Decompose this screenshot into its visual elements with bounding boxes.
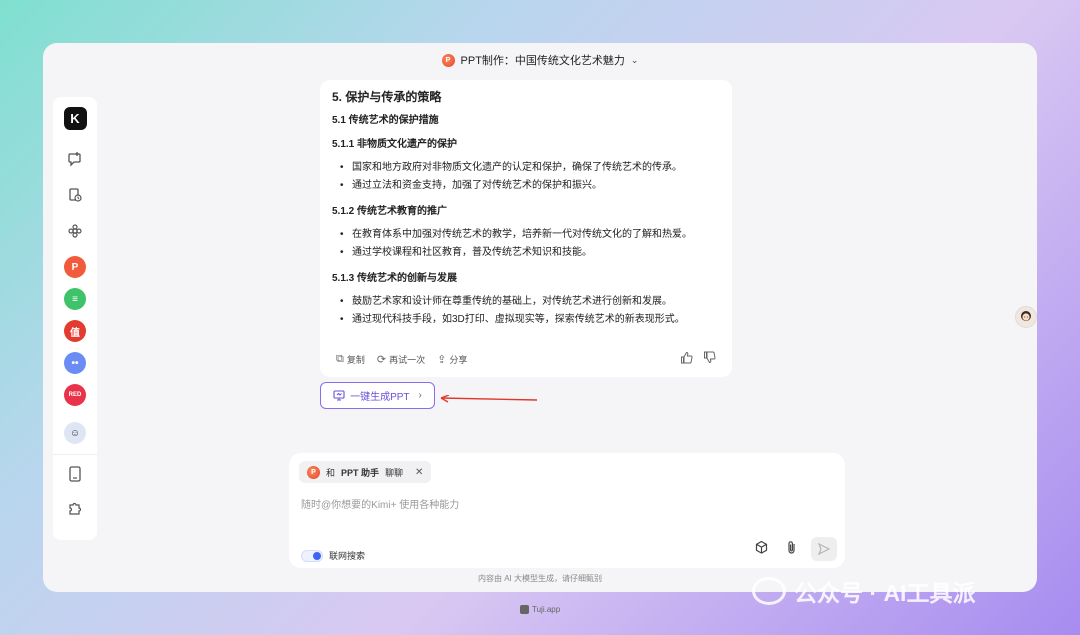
bullet-list: 国家和地方政府对非物质文化遗产的认定和保护，确保了传统艺术的传承。 通过立法和资… (332, 159, 720, 195)
annotation-arrow-icon (440, 395, 538, 403)
tablet-icon[interactable] (64, 463, 86, 485)
presentation-icon (333, 390, 345, 401)
list-item: 在教育体系中加强对传统艺术的教学，培养新一代对传统文化的了解和热爱。 (332, 226, 720, 244)
chat-plus-icon[interactable] (64, 148, 86, 170)
list-item: 鼓励艺术家和设计师在尊重传统的基础上，对传统艺术进行创新和发展。 (332, 293, 720, 311)
share-icon: ⇪ (437, 353, 447, 366)
composer-tools (751, 537, 837, 561)
user-avatar[interactable] (1015, 306, 1037, 328)
chevron-down-icon[interactable]: ⌄ (631, 55, 639, 66)
flower-icon[interactable] (64, 220, 86, 242)
ppt-app-icon: P (441, 53, 455, 67)
avatar-icon[interactable]: ☺ (64, 422, 86, 444)
generate-ppt-label: 一键生成PPT (350, 392, 410, 403)
bot-icon[interactable]: •• (64, 352, 86, 374)
red-icon[interactable]: RED (64, 384, 86, 406)
list-item: 通过学校课程和社区教育，普及传统艺术知识和技能。 (332, 244, 720, 262)
share-button[interactable]: ⇪ 分享 (437, 353, 467, 366)
bullet-list: 在教育体系中加强对传统艺术的教学，培养新一代对传统文化的了解和热爱。 通过学校课… (332, 226, 720, 262)
chat-composer: P 和 PPT 助手 聊聊 ✕ 随时@你想要的Kimi+ 使用各种能力 联网搜索 (289, 453, 845, 568)
section-title: 5.1.2 传统艺术教育的推广 (332, 206, 448, 217)
copy-button[interactable]: ⧉ 复制 (336, 353, 365, 366)
generate-ppt-button[interactable]: 一键生成PPT › (320, 382, 435, 409)
copy-icon: ⧉ (336, 352, 344, 365)
section-title: 5.1.3 传统艺术的创新与发展 (332, 273, 458, 284)
heading-h1: 5. 保护与传承的策略 (332, 90, 442, 104)
refresh-icon: ⟳ (376, 353, 387, 366)
ppt-icon: P (307, 465, 320, 479)
assistant-name: PPT 助手 (341, 467, 380, 478)
footer-brand: Tuji.app (520, 605, 560, 614)
close-icon[interactable]: ✕ (415, 467, 423, 478)
zhi-icon[interactable]: 值 (64, 320, 86, 342)
doc-icon[interactable]: ≡ (64, 288, 86, 310)
message-actions: ⧉ 复制 ⟳ 再试一次 ⇪ 分享 (336, 351, 716, 367)
title-bar[interactable]: P PPT制作：中国传统文化艺术魅力 ⌄ (43, 43, 1037, 77)
chevron-right-icon: › (418, 390, 422, 401)
send-icon (818, 543, 830, 555)
sidebar: K P ≡ 值 •• RED ☺ (53, 97, 97, 540)
wechat-icon (752, 577, 786, 605)
assistant-chip[interactable]: P 和 PPT 助手 聊聊 ✕ (299, 461, 432, 483)
paperclip-icon[interactable] (781, 540, 801, 558)
cube-icon[interactable] (751, 540, 771, 558)
sidebar-divider (53, 454, 97, 455)
toggle-switch[interactable] (301, 549, 323, 562)
send-button[interactable] (811, 537, 837, 561)
tuji-logo-icon (520, 605, 529, 614)
assistant-message: 5. 保护与传承的策略 5.1 传统艺术的保护措施 5.1.1 非物质文化遗产的… (320, 80, 732, 377)
web-search-label: 联网搜索 (329, 551, 366, 561)
message-input[interactable]: 随时@你想要的Kimi+ 使用各种能力 (301, 496, 459, 511)
puzzle-icon[interactable] (64, 497, 86, 519)
web-search-toggle[interactable]: 联网搜索 (301, 549, 365, 562)
thumbs-down-icon[interactable] (703, 351, 716, 367)
heading-h2: 5.1 传统艺术的保护措施 (332, 115, 439, 126)
retry-button[interactable]: ⟳ 再试一次 (377, 353, 425, 366)
list-item: 通过立法和资金支持，加强了对传统艺术的保护和振兴。 (332, 177, 720, 195)
list-item: 通过现代科技手段，如3D打印、虚拟现实等，探索传统艺术的新表现形式。 (332, 311, 720, 329)
thumbs-up-icon[interactable] (680, 351, 693, 367)
app-window: P PPT制作：中国传统文化艺术魅力 ⌄ K P ≡ 值 •• RED ☺ 5.… (43, 43, 1037, 592)
section-title: 5.1.1 非物质文化遗产的保护 (332, 139, 458, 150)
bullet-list: 鼓励艺术家和设计师在尊重传统的基础上，对传统艺术进行创新和发展。 通过现代科技手… (332, 293, 720, 329)
history-icon[interactable] (64, 184, 86, 206)
conversation-title: PPT制作：中国传统文化艺术魅力 (460, 55, 625, 67)
list-item: 国家和地方政府对非物质文化遗产的认定和保护，确保了传统艺术的传承。 (332, 159, 720, 177)
kimi-logo[interactable]: K (63, 107, 87, 130)
ppt-icon[interactable]: P (64, 256, 86, 278)
watermark: 公众号 · AI工具派 (752, 574, 975, 608)
